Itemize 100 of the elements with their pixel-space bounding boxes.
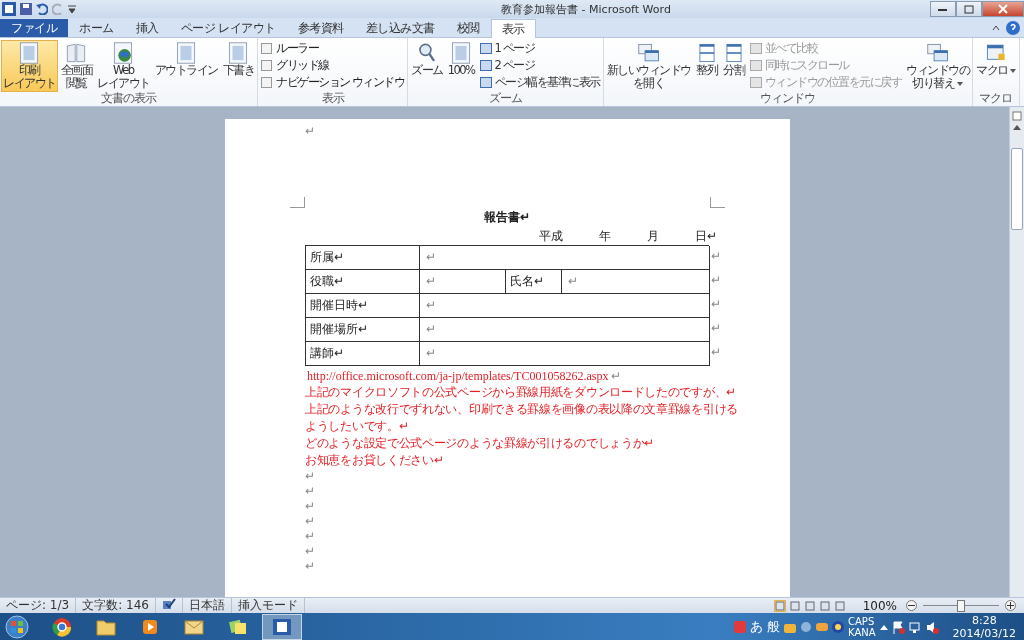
maximize-icon: [964, 4, 974, 14]
paragraph-mark: ↵: [305, 559, 316, 574]
table-cell: 所属↵: [306, 246, 420, 270]
collapse-icon[interactable]: [992, 25, 1000, 31]
view-button[interactable]: [833, 599, 846, 612]
scroll-up-icon[interactable]: [1013, 125, 1021, 130]
ruler-icon[interactable]: [1012, 111, 1022, 121]
table-cell: ↵: [420, 294, 710, 318]
network-icon[interactable]: [908, 620, 922, 634]
page-icon: [774, 600, 785, 611]
undo-icon[interactable]: [36, 3, 48, 15]
ribbon-tab[interactable]: ホーム: [68, 19, 125, 37]
view-button[interactable]: [773, 599, 786, 612]
ribbon-button[interactable]: 分割: [720, 40, 747, 79]
notes-icon: [229, 619, 246, 634]
checkbox[interactable]: [261, 60, 272, 71]
ribbon-button[interactable]: アウトライン: [152, 40, 220, 79]
view-button[interactable]: [788, 599, 801, 612]
minimize-button[interactable]: [930, 1, 956, 17]
close-button[interactable]: [982, 1, 1024, 17]
ribbon-button[interactable]: 1 ページ: [477, 41, 602, 56]
checkbox-label: グリッド線: [276, 58, 329, 73]
group-label: ズーム: [488, 91, 522, 106]
ribbon-button[interactable]: ズーム: [409, 40, 445, 79]
ime-indicator[interactable]: あ: [750, 618, 764, 636]
group-label: 表示: [321, 91, 344, 106]
zoom-in-button[interactable]: [1005, 600, 1016, 611]
plus-icon: [1007, 602, 1014, 609]
mail-icon: [184, 620, 204, 635]
paragraph-mark: ↵: [611, 369, 622, 383]
table-cell: 役職↵: [306, 270, 420, 294]
zoom-out-button[interactable]: [906, 600, 917, 611]
paragraph-mark: ↵: [305, 529, 316, 544]
ribbon-button[interactable]: 下書き: [220, 40, 256, 79]
crop-mark: [290, 197, 305, 208]
row-end-mark: ↵: [711, 248, 721, 265]
ribbon-button[interactable]: マクロ: [974, 40, 1018, 79]
url-text: http://office.microsoft.com/ja-jp/templates/TC001058262.aspx: [307, 369, 609, 383]
crop-mark: [710, 197, 725, 208]
view-button[interactable]: [803, 599, 816, 612]
page-icon: [749, 43, 762, 54]
taskbar-app[interactable]: [262, 614, 302, 640]
ribbon-button[interactable]: 2 ページ: [477, 58, 602, 73]
page-icon: [804, 600, 815, 611]
date-line: 平成 年 月 日↵: [538, 228, 717, 245]
ribbon-button[interactable]: 100%: [445, 40, 477, 79]
paragraph: お知恵をお貸しください↵: [305, 452, 445, 469]
row-end-mark: ↵: [711, 296, 721, 313]
clock-time[interactable]: 8:28: [971, 614, 997, 627]
ribbon-button[interactable]: ページ幅を基準に表示: [477, 75, 602, 90]
page-icon: [834, 600, 845, 611]
vertical-scrollbar[interactable]: [1009, 107, 1024, 597]
minus-icon: [908, 602, 915, 609]
customize-icon[interactable]: [68, 4, 76, 14]
checkbox[interactable]: [261, 43, 272, 54]
ribbon-tab[interactable]: 校閲: [445, 19, 491, 37]
zoom-level[interactable]: 100%: [862, 598, 897, 613]
group-label: ウィンドウ: [760, 91, 816, 106]
window-title: 教育参加報告書 - Microsoft Word: [500, 1, 672, 17]
ribbon-button[interactable]: Web レイアウト: [95, 40, 152, 92]
proofing-icon[interactable]: [161, 598, 176, 610]
document-icon: [273, 619, 291, 635]
ribbon-tab[interactable]: 挿入: [124, 19, 170, 37]
ribbon-button[interactable]: 印刷 レイアウト: [1, 40, 58, 92]
slider-thumb[interactable]: [957, 599, 965, 612]
expand-tray-icon[interactable]: [879, 624, 888, 630]
ribbon-tab[interactable]: 表示: [490, 19, 536, 38]
ribbon-tab[interactable]: 参考資料: [286, 19, 355, 37]
ribbon-tab[interactable]: ページ レイアウト: [169, 19, 287, 37]
paragraph: どのような設定で公式ページのような罫線が引けるのでしょうか↵: [305, 435, 655, 452]
group-label: 文書の表示: [101, 91, 156, 106]
tray-icon[interactable]: [816, 621, 829, 633]
table-cell: 氏名↵: [506, 270, 562, 294]
ribbon-button[interactable]: ウィンドウの 切り替え: [904, 40, 972, 92]
clock-date[interactable]: 2014/03/12: [952, 627, 1016, 640]
paragraph-mark: ↵: [305, 484, 316, 499]
flag-icon[interactable]: [891, 620, 905, 634]
table-cell: 開催場所↵: [306, 318, 420, 342]
ime-mode[interactable]: 般: [767, 618, 781, 636]
paragraph-mark: ↵: [305, 544, 316, 559]
ribbon-button[interactable]: 全画面 閲覧: [58, 40, 94, 92]
table-cell: ↵: [420, 342, 710, 366]
ribbon-button[interactable]: 新しいウィンドウ を開く: [604, 40, 693, 92]
ribbon-button[interactable]: 整列: [693, 40, 720, 79]
caps-indicator: CAPS: [848, 616, 876, 627]
save-icon[interactable]: [20, 3, 32, 15]
play-icon: [143, 620, 157, 634]
document-icon: [2, 2, 16, 16]
ribbon-tab[interactable]: 差し込み文書: [354, 19, 446, 37]
tray-icon[interactable]: [784, 621, 797, 633]
page-icon: [749, 77, 762, 88]
checkbox[interactable]: [261, 77, 272, 88]
paragraph-mark: ↵: [305, 469, 316, 484]
scroll-thumb[interactable]: [1011, 148, 1023, 230]
paragraph-mark: ↵: [305, 514, 316, 529]
checkbox-label: ナビゲーション ウィンドウ: [276, 75, 405, 90]
ribbon-tab[interactable]: ファイル: [0, 19, 68, 37]
view-button[interactable]: [818, 599, 831, 612]
speaker-icon[interactable]: [925, 620, 939, 634]
table-cell: ↵: [420, 318, 710, 342]
